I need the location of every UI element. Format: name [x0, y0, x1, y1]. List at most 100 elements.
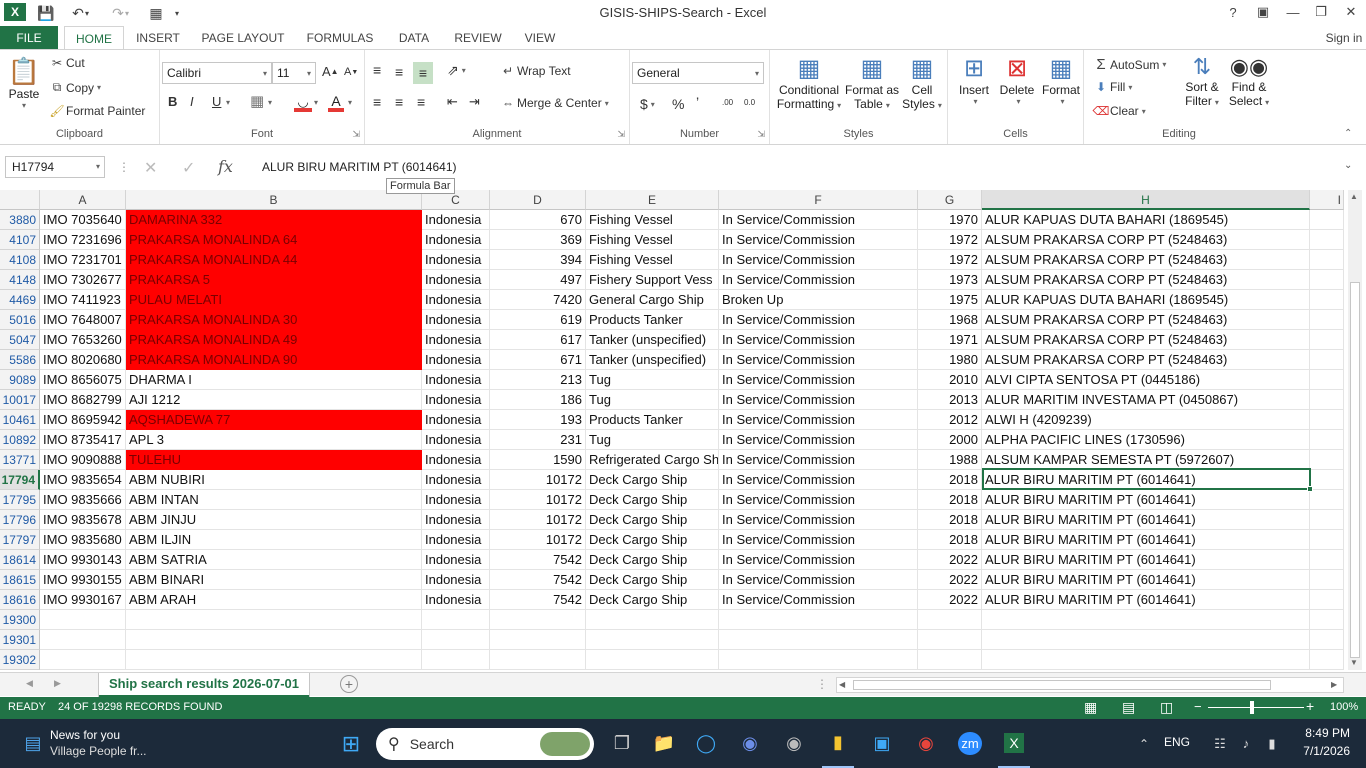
cell-h[interactable]: ALSUM PRAKARSA CORP PT (5248463): [982, 330, 1310, 350]
align-right-icon[interactable]: ≡: [417, 94, 425, 110]
row-header[interactable]: 13771: [0, 450, 40, 470]
cell-d[interactable]: 193: [490, 410, 586, 430]
cell-i[interactable]: [1310, 430, 1344, 450]
cell-a[interactable]: [40, 630, 126, 650]
cell-e[interactable]: Refrigerated Cargo Sh: [586, 450, 719, 470]
news-subtitle[interactable]: Village People fr...: [50, 744, 147, 758]
tab-insert[interactable]: INSERT: [132, 26, 184, 50]
cell-b[interactable]: PRAKARSA MONALINDA 64: [126, 230, 422, 250]
scroll-left-icon[interactable]: ◀: [839, 680, 845, 689]
cell-g[interactable]: 1980: [918, 350, 982, 370]
cell-e[interactable]: Deck Cargo Ship: [586, 570, 719, 590]
cell-g[interactable]: 2022: [918, 590, 982, 610]
cell-f[interactable]: In Service/Commission: [719, 230, 918, 250]
shrink-font-icon[interactable]: A ▼: [344, 66, 358, 78]
cell-b[interactable]: ABM ARAH: [126, 590, 422, 610]
cell-c[interactable]: Indonesia: [422, 210, 490, 230]
cell-a[interactable]: IMO 9835654: [40, 470, 126, 490]
cell-b[interactable]: PRAKARSA MONALINDA 30: [126, 310, 422, 330]
cell-f[interactable]: In Service/Commission: [719, 350, 918, 370]
cell-g[interactable]: 1973: [918, 270, 982, 290]
tray-overflow-icon[interactable]: ⌃: [1134, 719, 1154, 768]
cell-f[interactable]: In Service/Commission: [719, 470, 918, 490]
spreadsheet-grid[interactable]: A B C D E F G H I 3880 IMO 7035640 DAMARIN…: [0, 190, 1344, 670]
row-header[interactable]: 5016: [0, 310, 40, 330]
decrease-indent-icon[interactable]: ⇤: [447, 94, 458, 110]
cell-i[interactable]: [1310, 250, 1344, 270]
tab-page-layout[interactable]: PAGE LAYOUT: [198, 26, 288, 50]
cell-b[interactable]: PULAU MELATI: [126, 290, 422, 310]
paste-button[interactable]: 📋 Paste ▾: [6, 56, 42, 126]
cell-b[interactable]: ABM BINARI: [126, 570, 422, 590]
cell-g[interactable]: 2018: [918, 510, 982, 530]
cell-b[interactable]: TULEHU: [126, 450, 422, 470]
row-header[interactable]: 19300: [0, 610, 40, 630]
cell-h[interactable]: [982, 650, 1310, 670]
cell-i[interactable]: [1310, 410, 1344, 430]
cell-d[interactable]: 7420: [490, 290, 586, 310]
row-header[interactable]: 4469: [0, 290, 40, 310]
cell-e[interactable]: Fishing Vessel: [586, 250, 719, 270]
tab-view[interactable]: VIEW: [518, 26, 562, 50]
borders-icon[interactable]: ▦: [250, 92, 264, 110]
cell-f[interactable]: In Service/Commission: [719, 410, 918, 430]
clock-date[interactable]: 7/1/2026: [1290, 744, 1350, 758]
cell-f[interactable]: In Service/Commission: [719, 270, 918, 290]
task-view-icon[interactable]: ❐: [606, 719, 638, 768]
cell-g[interactable]: 1972: [918, 230, 982, 250]
cell-d[interactable]: 7542: [490, 570, 586, 590]
tab-data[interactable]: DATA: [392, 26, 436, 50]
cell-h[interactable]: ALUR BIRU MARITIM PT (6014641): [982, 570, 1310, 590]
app-icon[interactable]: ◉: [734, 719, 766, 768]
cell-a[interactable]: IMO 7648007: [40, 310, 126, 330]
ribbon-display-icon[interactable]: ▣: [1248, 0, 1278, 24]
cell-g[interactable]: 1968: [918, 310, 982, 330]
zoom-slider[interactable]: [1208, 707, 1304, 708]
cell-c[interactable]: Indonesia: [422, 230, 490, 250]
cell-d[interactable]: 213: [490, 370, 586, 390]
cell-b[interactable]: ABM JINJU: [126, 510, 422, 530]
cell-b[interactable]: ABM NUBIRI: [126, 470, 422, 490]
cell-f[interactable]: In Service/Commission: [719, 450, 918, 470]
cell-i[interactable]: [1310, 590, 1344, 610]
page-break-view-icon[interactable]: ◫: [1160, 699, 1173, 716]
cell-a[interactable]: IMO 8656075: [40, 370, 126, 390]
cell-a[interactable]: IMO 7302677: [40, 270, 126, 290]
font-name-dropdown[interactable]: Calibri ▾: [162, 62, 272, 84]
fill-handle[interactable]: [1307, 486, 1313, 492]
cell-h[interactable]: [982, 610, 1310, 630]
cell-a[interactable]: IMO 9930155: [40, 570, 126, 590]
cell-a[interactable]: IMO 7231696: [40, 230, 126, 250]
cell-b[interactable]: PRAKARSA MONALINDA 49: [126, 330, 422, 350]
vertical-scroll-thumb[interactable]: [1350, 282, 1360, 658]
format-cells-button[interactable]: ▦ Format ▾: [1040, 54, 1082, 106]
row-header[interactable]: 4108: [0, 250, 40, 270]
cell-g[interactable]: 2018: [918, 490, 982, 510]
cell-a[interactable]: IMO 8682799: [40, 390, 126, 410]
column-header-e[interactable]: E: [586, 190, 719, 210]
cell-e[interactable]: Deck Cargo Ship: [586, 490, 719, 510]
next-sheet-icon[interactable]: ▶: [54, 678, 61, 689]
cell-c[interactable]: Indonesia: [422, 370, 490, 390]
sheet-tab-active[interactable]: Ship search results 2026-07-01: [99, 673, 309, 697]
tab-review[interactable]: REVIEW: [450, 26, 506, 50]
news-title[interactable]: News for you: [50, 728, 120, 742]
cell-a[interactable]: IMO 8735417: [40, 430, 126, 450]
alignment-dialog-launcher-icon[interactable]: ⇲: [617, 129, 625, 140]
cell-f[interactable]: In Service/Commission: [719, 430, 918, 450]
remote-desktop-icon[interactable]: ▣: [866, 719, 898, 768]
cell-h[interactable]: ALUR KAPUAS DUTA BAHARI (1869545): [982, 290, 1310, 310]
bold-button[interactable]: B: [168, 94, 177, 109]
row-header[interactable]: 3880: [0, 210, 40, 230]
underline-button[interactable]: U: [212, 94, 221, 109]
cell-d[interactable]: 7542: [490, 590, 586, 610]
cut-button[interactable]: ✂ Cut: [48, 56, 85, 70]
cell-h[interactable]: ALUR MARITIM INVESTAMA PT (0450867): [982, 390, 1310, 410]
tab-file[interactable]: FILE: [0, 26, 58, 50]
format-as-table-button[interactable]: ▦ Format as Table ▾: [844, 54, 900, 111]
cell-f[interactable]: In Service/Commission: [719, 570, 918, 590]
new-sheet-icon[interactable]: +: [340, 675, 358, 693]
cell-e[interactable]: Tug: [586, 430, 719, 450]
cell-f[interactable]: [719, 650, 918, 670]
cell-i[interactable]: [1310, 310, 1344, 330]
